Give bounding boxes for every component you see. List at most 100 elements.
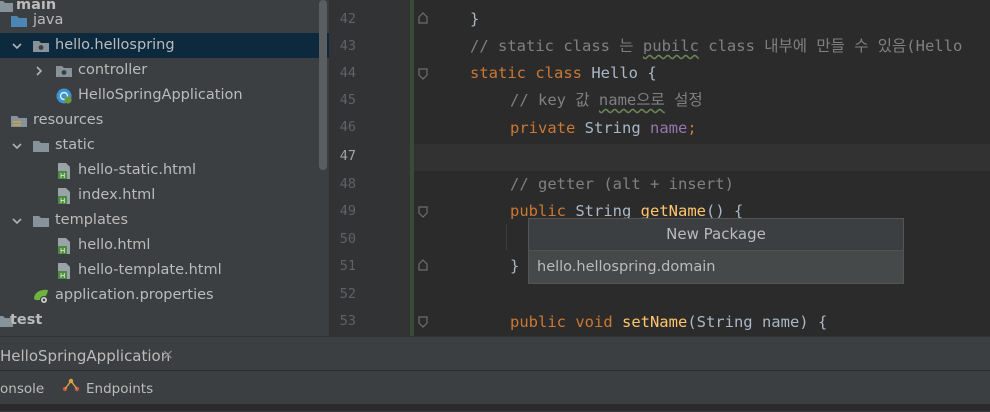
line-number: 52	[339, 286, 356, 302]
code-token: }	[470, 10, 480, 28]
spring-properties-icon	[32, 287, 50, 305]
line-number: 53	[339, 313, 356, 329]
tab-console[interactable]: onsole	[0, 371, 48, 404]
current-line-highlight	[414, 144, 990, 171]
tree-item-index-html[interactable]: H index.html	[0, 183, 330, 208]
fold-start-icon[interactable]	[418, 68, 428, 80]
tree-item-label: controller	[78, 62, 148, 78]
html-file-icon: H	[55, 237, 73, 255]
html-file-icon: H	[55, 162, 73, 180]
code-token: (String name) {	[687, 313, 828, 331]
tree-item-label: hello-template.html	[78, 262, 222, 278]
tree-item-hellospringapplication[interactable]: HelloSpringApplication	[0, 83, 330, 108]
fold-end-icon[interactable]	[418, 12, 428, 24]
semicolon: ;	[687, 119, 697, 137]
tree-item-static[interactable]: static	[0, 133, 330, 158]
line-number: 43	[339, 38, 356, 54]
svg-text:H: H	[60, 197, 65, 205]
svg-text:H: H	[60, 172, 65, 180]
line-number: 51	[339, 258, 356, 274]
project-tree: main java hello.hellospring controller H…	[0, 0, 330, 336]
line-number: 49	[339, 203, 356, 219]
tree-item-hello-html[interactable]: H hello.html	[0, 233, 330, 258]
comment-text: // static class 는	[470, 37, 643, 55]
keyword: public void	[510, 313, 622, 331]
code-line-46[interactable]: private String name;	[510, 115, 697, 142]
fold-end-icon[interactable]	[418, 259, 428, 271]
code-editor[interactable]: 42 43 44 45 46 47 48 49 50 51 52 53 } //…	[330, 0, 990, 336]
resources-folder-icon	[10, 112, 28, 130]
comment-text: 설정	[664, 91, 703, 109]
class-name: Hello {	[591, 64, 657, 82]
code-line-45[interactable]: // key 값 name으로 설정	[510, 87, 703, 114]
run-config-tab[interactable]: HelloSpringApplication	[0, 337, 174, 371]
line-number-gutter[interactable]: 42 43 44 45 46 47 48 49 50 51 52 53	[330, 0, 410, 336]
tree-item-label: hello-static.html	[78, 162, 196, 178]
line-number: 44	[339, 65, 356, 81]
tree-item-test[interactable]: test	[0, 308, 330, 333]
html-file-icon: H	[55, 187, 73, 205]
tree-item-label: index.html	[78, 187, 156, 203]
tree-item-java[interactable]: java	[0, 8, 330, 33]
chevron-right-icon[interactable]	[32, 58, 46, 83]
source-folder-icon	[10, 12, 28, 30]
code-token: }	[510, 257, 520, 275]
tree-item-resources[interactable]: resources	[0, 108, 330, 133]
package-icon	[32, 37, 50, 55]
fold-start-icon[interactable]	[418, 316, 428, 328]
method-name: setName	[621, 313, 688, 331]
tree-item-hello-static-html[interactable]: H hello-static.html	[0, 158, 330, 183]
code-line-43[interactable]: // static class 는 pubilc class 내부에 만들 수 …	[470, 33, 962, 60]
tree-item-application-properties[interactable]: application.properties	[0, 283, 330, 308]
tree-item-label: templates	[55, 212, 129, 228]
line-number: 45	[339, 92, 356, 108]
tree-item-hello-template-html[interactable]: H hello-template.html	[0, 258, 330, 283]
tab-endpoints[interactable]: Endpoints	[62, 371, 153, 404]
new-package-popup[interactable]: New Package	[528, 218, 904, 284]
current-line-number: 47	[339, 148, 356, 164]
svg-text:H: H	[60, 272, 65, 280]
code-line-53[interactable]: public void setName(String name) {	[510, 309, 827, 336]
indent-guide	[506, 224, 507, 250]
tree-item-label: static	[55, 137, 95, 153]
typo-underlined-word: pubilc	[642, 37, 699, 55]
package-name-input[interactable]	[529, 251, 903, 283]
html-file-icon: H	[55, 262, 73, 280]
code-line-48[interactable]: // getter (alt + insert)	[510, 171, 734, 198]
tab-label: Endpoints	[86, 381, 154, 397]
run-tab-bar: HelloSpringApplication ×	[0, 336, 990, 371]
code-line-51[interactable]: }	[510, 253, 519, 280]
tree-item-label: resources	[33, 112, 104, 128]
endpoints-icon	[62, 371, 80, 407]
tree-item-controller[interactable]: controller	[0, 58, 330, 83]
chevron-down-icon[interactable]	[10, 133, 24, 158]
comment-text: // key 값	[510, 91, 599, 109]
field-name: name	[649, 119, 688, 137]
package-icon	[55, 62, 73, 80]
spring-boot-class-icon	[55, 87, 73, 105]
line-number: 46	[339, 119, 356, 135]
line-number: 50	[339, 231, 356, 247]
code-line-42[interactable]: }	[470, 6, 479, 33]
tree-scrollbar[interactable]	[319, 0, 327, 170]
keyword: private	[510, 119, 585, 137]
folder-icon	[32, 137, 50, 155]
status-strip	[0, 404, 990, 411]
comment-text: // getter (alt + insert)	[510, 175, 734, 193]
tree-item-label: hello.hellospring	[55, 37, 175, 53]
line-number: 42	[339, 11, 356, 27]
keyword: static class	[470, 64, 592, 82]
tree-item-hello-hellospring[interactable]: hello.hellospring	[0, 33, 330, 58]
tree-item-label: hello.html	[78, 237, 151, 253]
typo-underlined-word: name으로	[598, 91, 665, 109]
tree-item-label: HelloSpringApplication	[78, 87, 243, 103]
popup-title: New Package	[529, 219, 903, 251]
tree-item-label: application.properties	[55, 287, 214, 303]
chevron-down-icon[interactable]	[10, 208, 24, 233]
close-icon[interactable]: ×	[162, 337, 174, 371]
tree-item-templates[interactable]: templates	[0, 208, 330, 233]
code-line-44[interactable]: static class Hello {	[470, 60, 657, 87]
fold-start-icon[interactable]	[418, 206, 428, 218]
tree-item-label: test	[10, 312, 43, 328]
chevron-down-icon[interactable]	[10, 33, 24, 58]
